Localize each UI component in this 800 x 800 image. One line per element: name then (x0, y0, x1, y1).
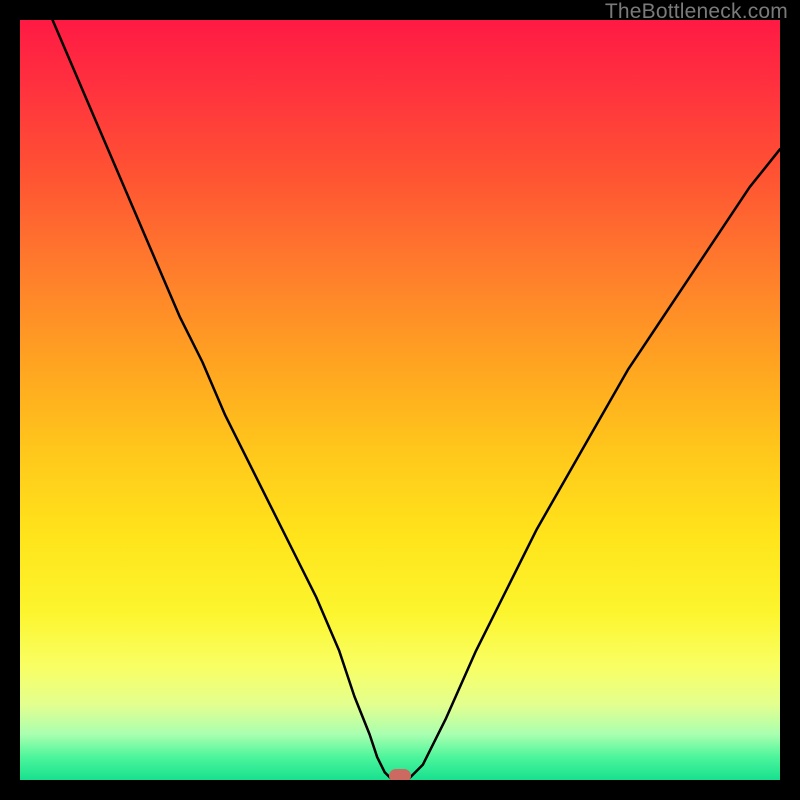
optimal-point-marker (389, 769, 411, 780)
bottleneck-curve (20, 20, 780, 780)
chart-frame: TheBottleneck.com (0, 0, 800, 800)
plot-area (20, 20, 780, 780)
